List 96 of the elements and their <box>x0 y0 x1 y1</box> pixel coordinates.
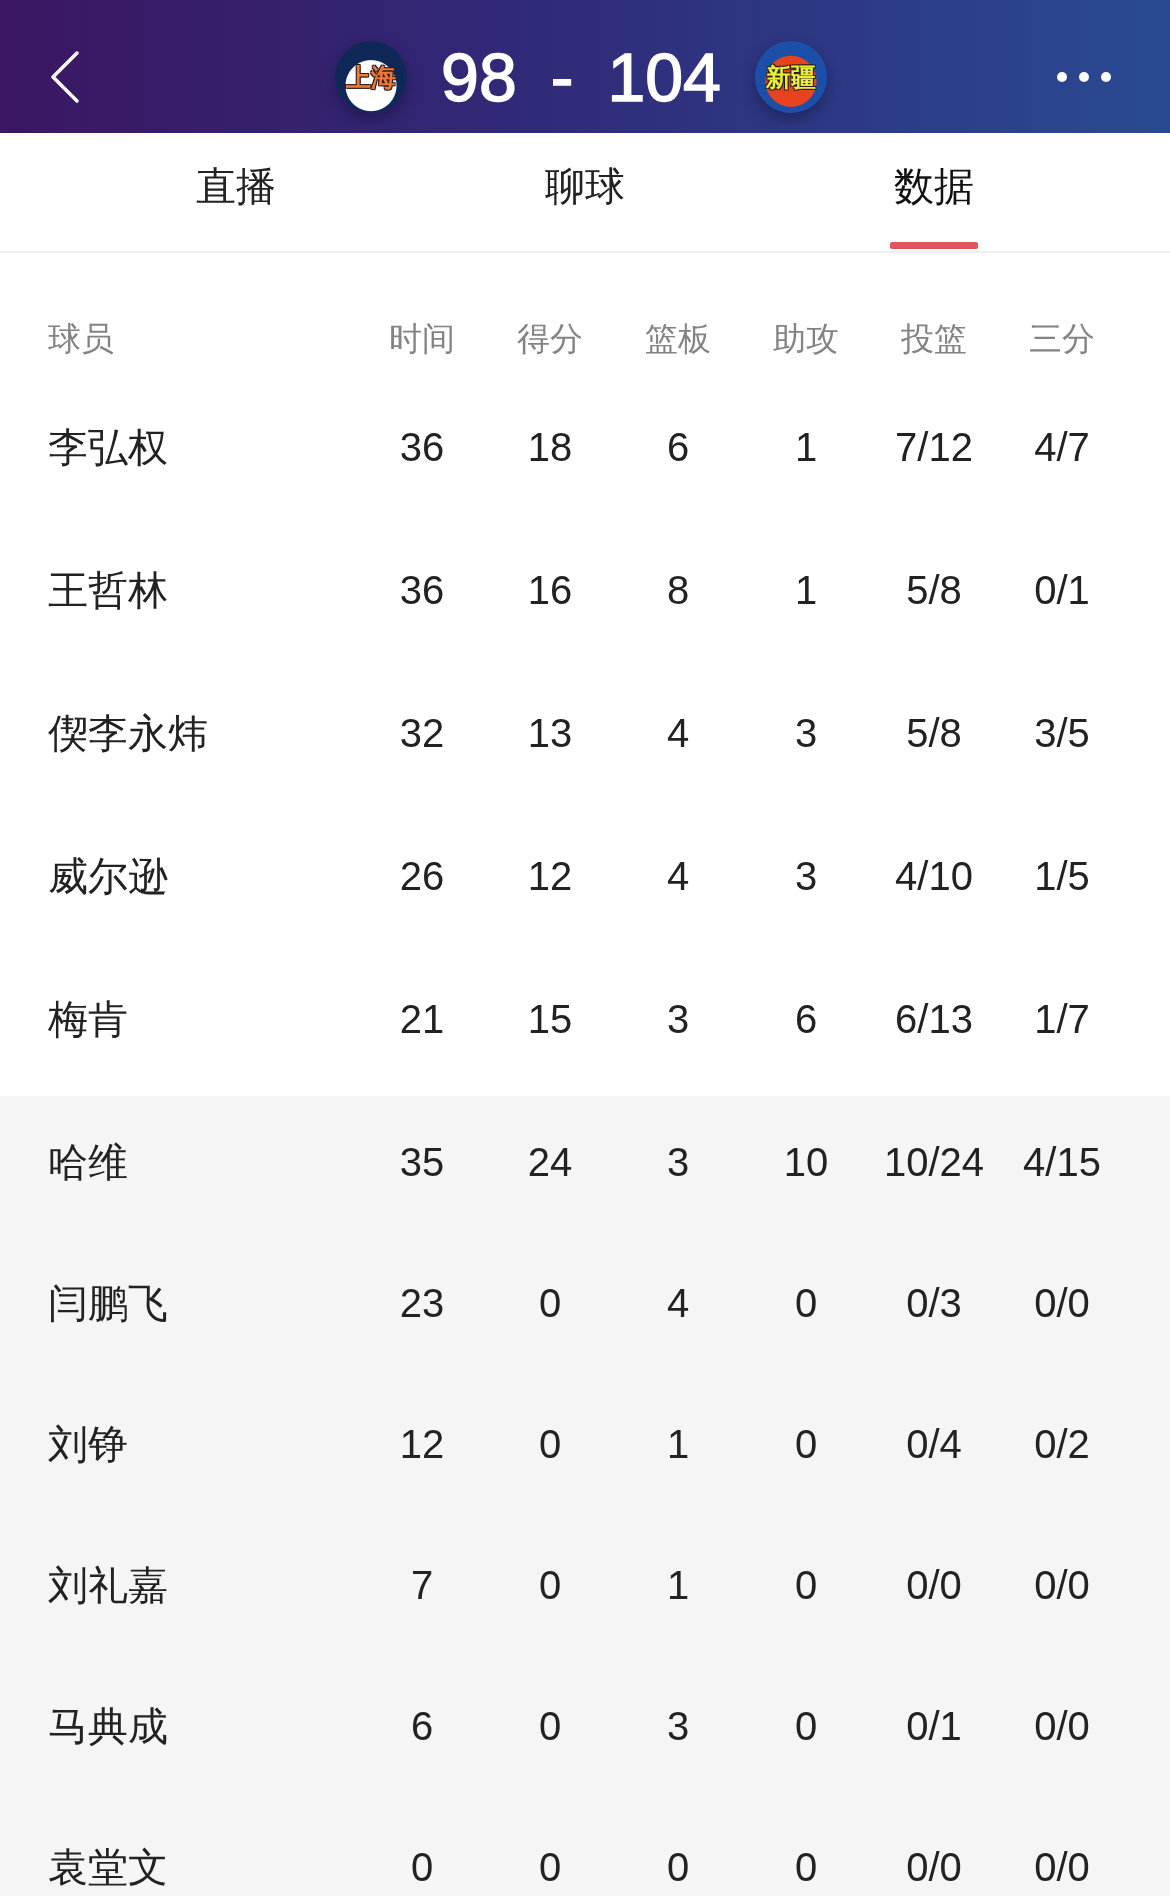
player-name: 威尔逊 <box>48 853 168 900</box>
player-name: 刘铮 <box>48 1421 128 1468</box>
back-button[interactable] <box>50 49 80 104</box>
logo-text: 新疆 <box>765 62 816 91</box>
stat-value: 4 <box>666 1280 690 1327</box>
stat-value: 3 <box>666 1703 690 1750</box>
back-icon <box>50 49 80 104</box>
column-header: 投篮 <box>901 319 967 359</box>
score-separator: - <box>550 40 574 113</box>
stat-value: 0 <box>666 1844 690 1891</box>
stat-value: 0/0 <box>1034 1562 1090 1609</box>
column-header: 时间 <box>389 319 455 359</box>
stat-value: 6 <box>794 996 818 1043</box>
stat-value: 6 <box>410 1703 434 1750</box>
player-name: 闫鹏飞 <box>48 1280 168 1327</box>
stat-value: 0 <box>794 1703 818 1750</box>
stat-value: 36 <box>399 567 445 614</box>
stat-value: 0 <box>410 1844 434 1891</box>
stat-value: 0 <box>538 1280 562 1327</box>
stat-value: 35 <box>399 1139 445 1186</box>
stat-value: 1 <box>666 1421 690 1468</box>
tab[interactable]: 数据 <box>759 133 1109 251</box>
stat-value: 0 <box>538 1562 562 1609</box>
stat-value: 13 <box>527 710 573 757</box>
more-icon <box>1056 70 1112 83</box>
stat-value: 3 <box>794 710 818 757</box>
away-score: 104 <box>607 40 721 113</box>
home-score: 98 <box>441 40 517 113</box>
stat-value: 0 <box>794 1844 818 1891</box>
column-header: 篮板 <box>645 319 711 359</box>
stat-value: 5/8 <box>906 710 962 757</box>
column-header: 三分 <box>1029 319 1095 359</box>
stat-value: 3 <box>666 996 690 1043</box>
stat-value: 0/1 <box>1034 567 1090 614</box>
stat-value: 4/10 <box>895 853 973 900</box>
player-name: 李弘权 <box>48 424 168 471</box>
stat-value: 4/7 <box>1034 424 1090 471</box>
player-name: 袁堂文 <box>48 1844 168 1891</box>
stat-value: 0 <box>538 1421 562 1468</box>
more-button[interactable] <box>1056 70 1112 83</box>
stat-value: 16 <box>527 567 573 614</box>
stat-value: 0 <box>538 1844 562 1891</box>
stat-value: 3 <box>794 853 818 900</box>
stat-value: 1 <box>666 1562 690 1609</box>
stat-value: 0 <box>538 1703 562 1750</box>
column-header: 球员 <box>48 319 114 359</box>
tab[interactable]: 直播 <box>61 133 411 251</box>
stat-value: 7 <box>410 1562 434 1609</box>
stat-value: 3/5 <box>1034 710 1090 757</box>
stat-value: 36 <box>399 424 445 471</box>
stat-value: 1 <box>794 567 818 614</box>
player-name: 王哲林 <box>48 567 168 614</box>
stat-value: 7/12 <box>895 424 973 471</box>
logo-text: 上海 <box>346 62 397 91</box>
stat-value: 0 <box>794 1421 818 1468</box>
stat-value: 0/0 <box>906 1844 962 1891</box>
stat-value: 3 <box>666 1139 690 1186</box>
stat-value: 5/8 <box>906 567 962 614</box>
stat-value: 0/2 <box>1034 1421 1090 1468</box>
stat-value: 21 <box>399 996 445 1043</box>
stat-value: 6 <box>666 424 690 471</box>
player-name: 哈维 <box>48 1139 128 1186</box>
stat-value: 8 <box>666 567 690 614</box>
tab[interactable]: 聊球 <box>410 133 760 251</box>
stat-value: 15 <box>527 996 573 1043</box>
stat-value: 4 <box>666 710 690 757</box>
stat-value: 4 <box>666 853 690 900</box>
stat-value: 24 <box>527 1139 573 1186</box>
stat-value: 10/24 <box>883 1139 985 1186</box>
stat-value: 32 <box>399 710 445 757</box>
column-header: 得分 <box>517 319 583 359</box>
player-name: 偰李永炜 <box>48 710 208 757</box>
stat-value: 0/0 <box>1034 1844 1090 1891</box>
stat-value: 26 <box>399 853 445 900</box>
stat-value: 6/13 <box>895 996 973 1043</box>
column-header: 助攻 <box>773 319 839 359</box>
stat-value: 0/0 <box>906 1562 962 1609</box>
stat-value: 0/4 <box>906 1421 962 1468</box>
stat-value: 4/15 <box>1023 1139 1101 1186</box>
stat-value: 0/0 <box>1034 1703 1090 1750</box>
stat-value: 12 <box>399 1421 445 1468</box>
stat-value: 0/3 <box>906 1280 962 1327</box>
stat-value: 10 <box>783 1139 829 1186</box>
player-name: 马典成 <box>48 1703 168 1750</box>
stat-value: 0/1 <box>906 1703 962 1750</box>
stat-value: 1/7 <box>1034 996 1090 1043</box>
stat-value: 1/5 <box>1034 853 1090 900</box>
player-name: 刘礼嘉 <box>48 1562 168 1609</box>
stat-value: 12 <box>527 853 573 900</box>
stat-value: 1 <box>794 424 818 471</box>
stat-value: 0/0 <box>1034 1280 1090 1327</box>
stat-value: 0 <box>794 1280 818 1327</box>
stat-value: 0 <box>794 1562 818 1609</box>
stat-value: 23 <box>399 1280 445 1327</box>
stat-value: 18 <box>527 424 573 471</box>
player-name: 梅肯 <box>48 996 128 1043</box>
